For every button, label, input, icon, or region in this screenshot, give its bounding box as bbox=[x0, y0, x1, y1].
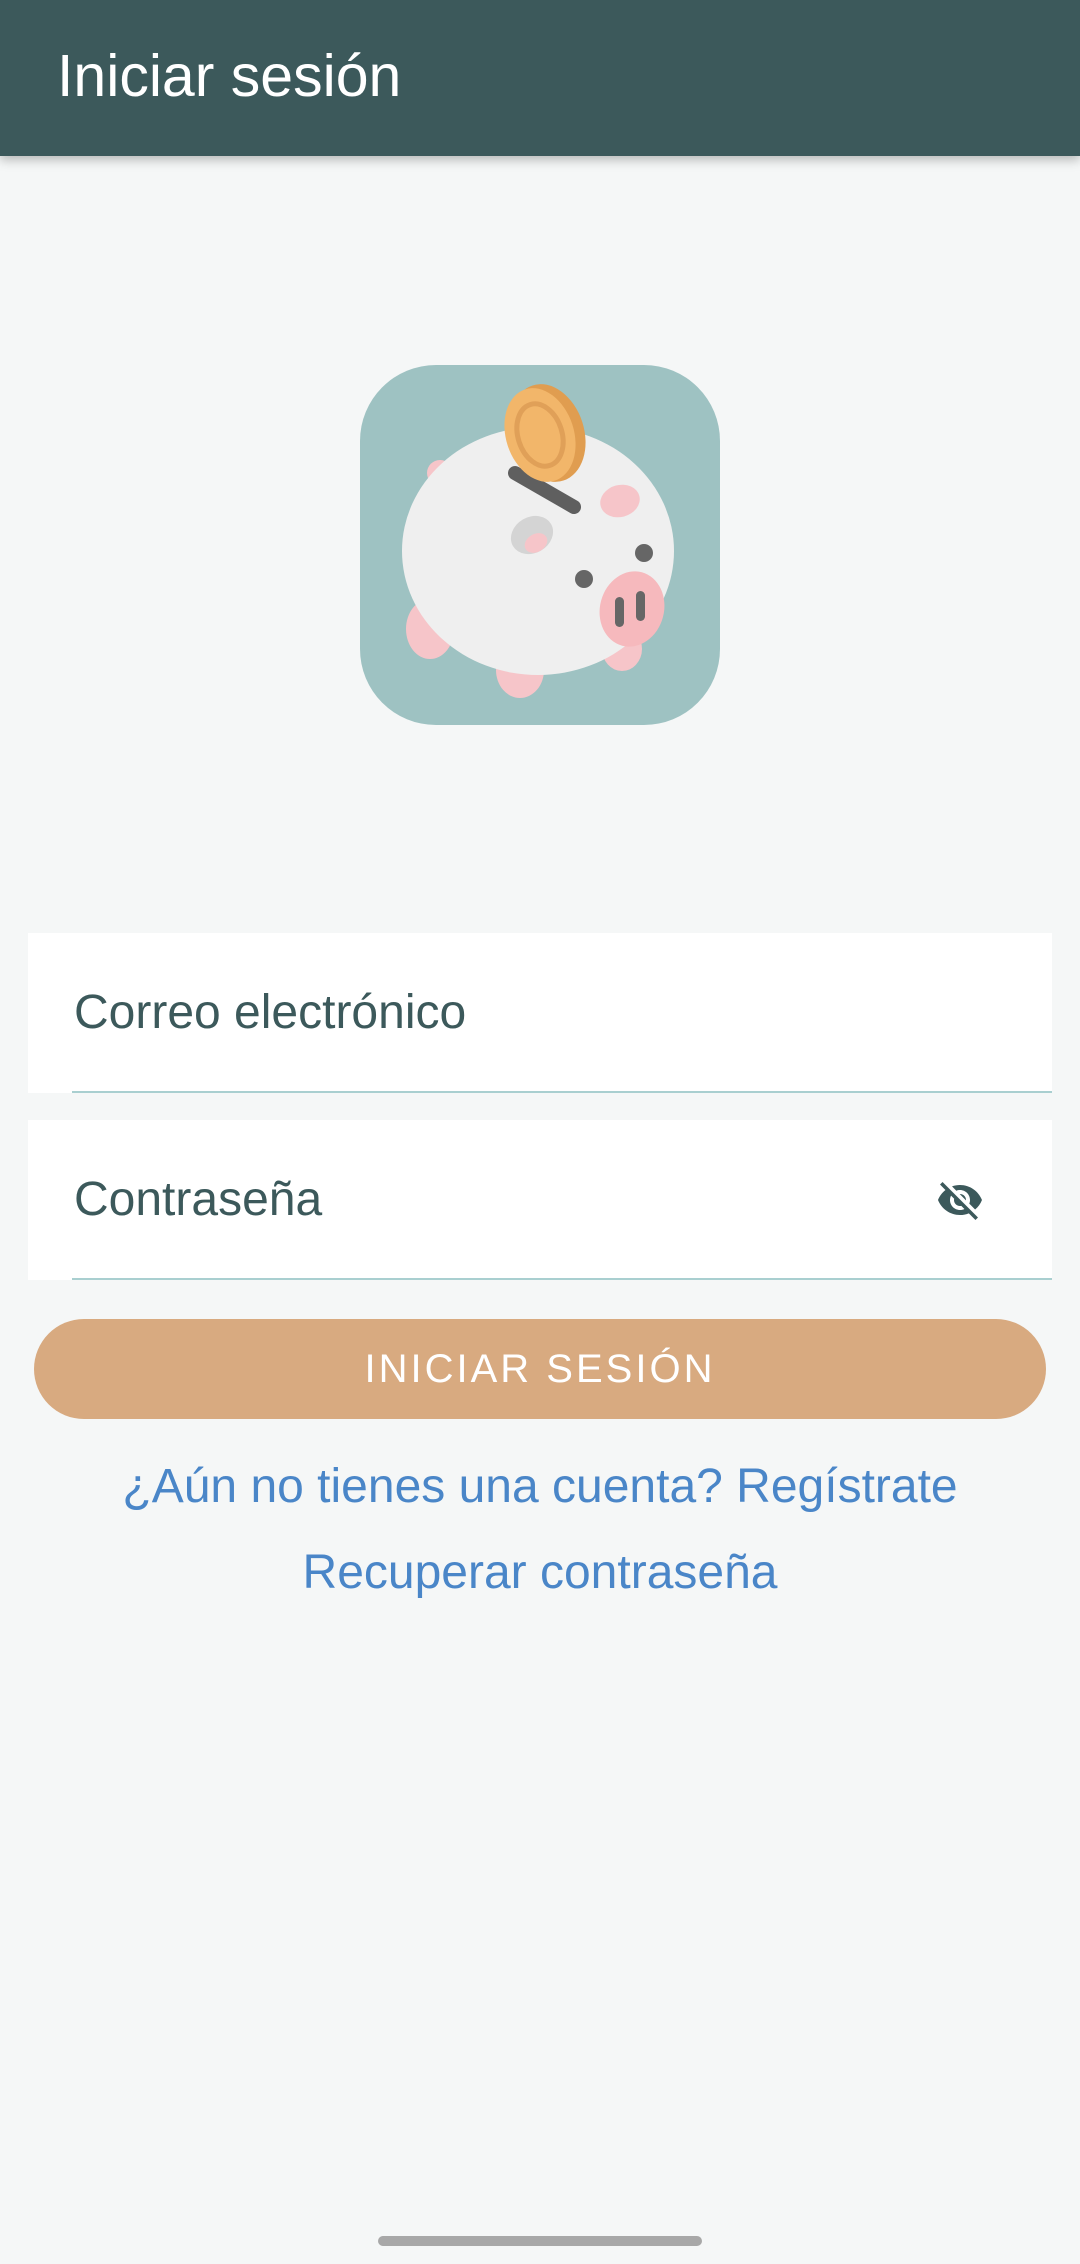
password-field-underline bbox=[72, 1278, 1052, 1280]
register-link[interactable]: ¿Aún no tienes una cuenta? Regístrate bbox=[0, 1457, 1080, 1517]
email-field-underline bbox=[72, 1091, 1052, 1093]
app-bar: Iniciar sesión bbox=[0, 0, 1080, 156]
home-indicator[interactable] bbox=[378, 2236, 702, 2246]
eye-off-icon[interactable] bbox=[936, 1176, 984, 1224]
email-field-label: Correo electrónico bbox=[74, 986, 467, 1039]
email-field[interactable]: Correo electrónico bbox=[28, 933, 1052, 1093]
app-logo bbox=[360, 365, 720, 725]
password-field-label: Contraseña bbox=[74, 1173, 323, 1226]
login-button[interactable]: INICIAR SESIÓN bbox=[34, 1319, 1046, 1419]
page-title: Iniciar sesión bbox=[57, 43, 402, 109]
recover-password-link[interactable]: Recuperar contraseña bbox=[0, 1543, 1080, 1603]
piggy-bank-with-coin-icon bbox=[402, 384, 674, 698]
password-field[interactable]: Contraseña bbox=[28, 1120, 1052, 1280]
